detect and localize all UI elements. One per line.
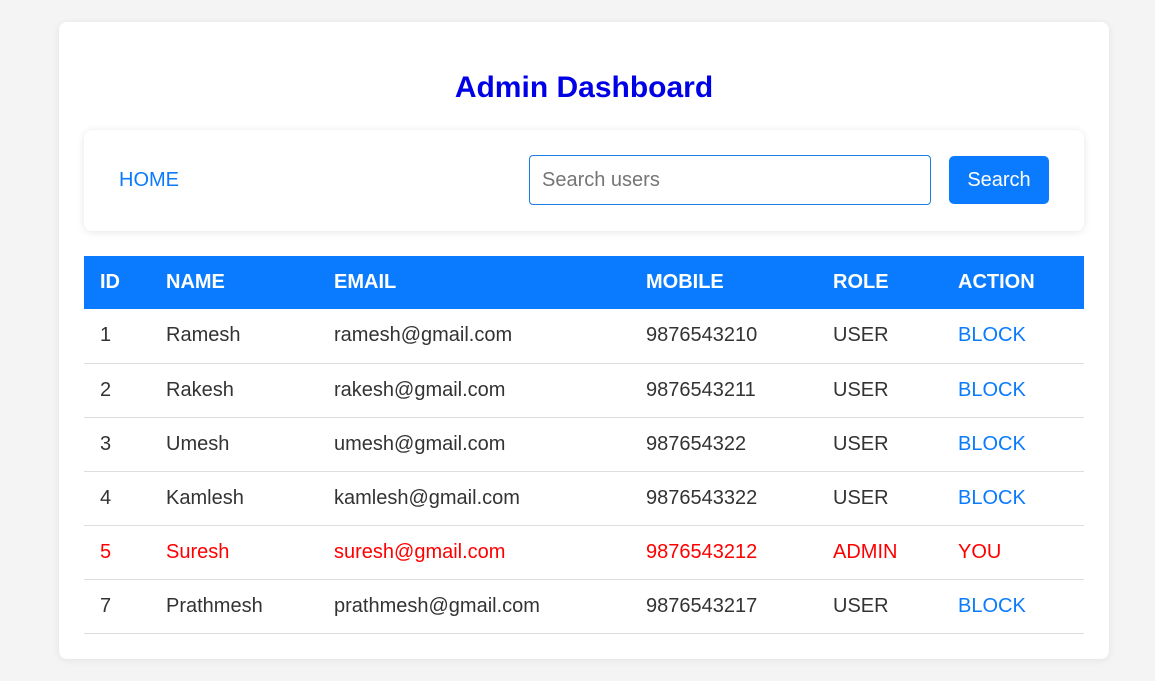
cell-mobile: 9876543211 xyxy=(630,363,817,418)
cell-name: Prathmesh xyxy=(150,579,318,634)
cell-mobile: 9876543322 xyxy=(630,471,817,526)
table-row: 7 Prathmesh prathmesh@gmail.com 98765432… xyxy=(84,579,1084,634)
cell-name: Ramesh xyxy=(150,309,318,364)
cell-action: BLOCK xyxy=(942,579,1084,634)
cell-mobile: 9876543212 xyxy=(630,525,817,580)
current-user-label: YOU xyxy=(958,540,1002,563)
table-row: 3 Umesh umesh@gmail.com 987654322 USER B… xyxy=(84,417,1084,472)
cell-id: 7 xyxy=(84,579,150,634)
header-name: NAME xyxy=(166,271,225,293)
cell-mobile: 987654322 xyxy=(630,417,817,472)
cell-action: BLOCK xyxy=(942,363,1084,418)
cell-action: BLOCK xyxy=(942,471,1084,526)
header-email: EMAIL xyxy=(334,271,397,293)
cell-role: USER xyxy=(817,309,942,364)
table-row-current-user: 5 Suresh suresh@gmail.com 9876543212 ADM… xyxy=(84,525,1084,580)
cell-name: Suresh xyxy=(150,525,318,580)
cell-action: BLOCK xyxy=(942,417,1084,472)
cell-role: USER xyxy=(817,471,942,526)
cell-email: rakesh@gmail.com xyxy=(318,363,630,418)
header-id: ID xyxy=(100,271,120,293)
block-user-link[interactable]: BLOCK xyxy=(958,487,1026,509)
cell-role: ADMIN xyxy=(817,525,942,580)
cell-mobile: 9876543217 xyxy=(630,579,817,634)
header-role: ROLE xyxy=(833,271,889,293)
cell-id: 5 xyxy=(84,525,150,580)
cell-mobile: 9876543210 xyxy=(630,309,817,364)
users-table: ID NAME EMAIL MOBILE ROLE ACTION 1 Rames… xyxy=(84,256,1084,634)
cell-action: YOU xyxy=(942,525,1084,580)
cell-email: suresh@gmail.com xyxy=(318,525,630,580)
block-user-link[interactable]: BLOCK xyxy=(958,595,1026,617)
dashboard-card: Admin Dashboard HOME Search ID NAME EMAI… xyxy=(59,22,1109,659)
navbar: HOME Search xyxy=(84,130,1084,231)
header-mobile: MOBILE xyxy=(646,271,724,293)
cell-name: Kamlesh xyxy=(150,471,318,526)
cell-name: Rakesh xyxy=(150,363,318,418)
cell-email: prathmesh@gmail.com xyxy=(318,579,630,634)
cell-id: 4 xyxy=(84,471,150,526)
block-user-link[interactable]: BLOCK xyxy=(958,324,1026,346)
cell-id: 3 xyxy=(84,417,150,472)
table-row: 4 Kamlesh kamlesh@gmail.com 9876543322 U… xyxy=(84,471,1084,526)
page-title: Admin Dashboard xyxy=(454,71,714,104)
cell-role: USER xyxy=(817,579,942,634)
cell-email: umesh@gmail.com xyxy=(318,417,630,472)
cell-id: 1 xyxy=(84,309,150,364)
search-button[interactable]: Search xyxy=(949,156,1049,204)
cell-role: USER xyxy=(817,417,942,472)
block-user-link[interactable]: BLOCK xyxy=(958,379,1026,401)
cell-action: BLOCK xyxy=(942,309,1084,364)
block-user-link[interactable]: BLOCK xyxy=(958,433,1026,455)
cell-email: ramesh@gmail.com xyxy=(318,309,630,364)
header-action: ACTION xyxy=(958,271,1035,293)
home-link[interactable]: HOME xyxy=(119,168,179,192)
cell-role: USER xyxy=(817,363,942,418)
table-header-row: ID NAME EMAIL MOBILE ROLE ACTION xyxy=(84,256,1084,309)
table-row: 1 Ramesh ramesh@gmail.com 9876543210 USE… xyxy=(84,309,1084,364)
search-input[interactable] xyxy=(529,155,931,205)
cell-name: Umesh xyxy=(150,417,318,472)
table-row: 2 Rakesh rakesh@gmail.com 9876543211 USE… xyxy=(84,363,1084,418)
cell-id: 2 xyxy=(84,363,150,418)
cell-email: kamlesh@gmail.com xyxy=(318,471,630,526)
